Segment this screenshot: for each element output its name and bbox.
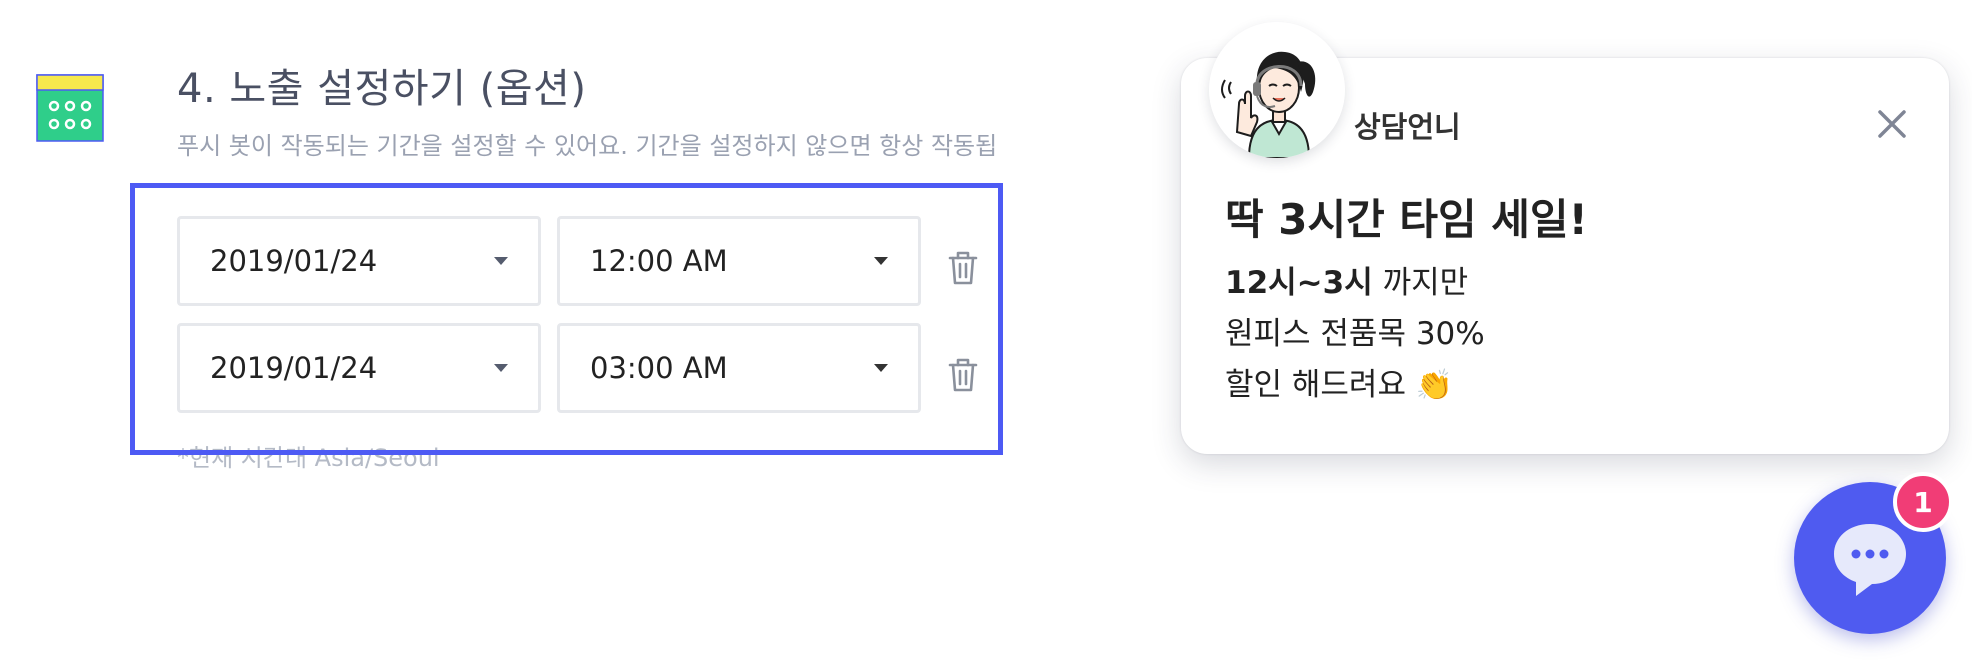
popup-time-range: 12시~3시: [1225, 265, 1373, 301]
section-title: 4. 노출 설정하기 (옵션): [177, 66, 587, 112]
popup-message: 12시~3시 까지만 원피스 전품목 30% 할인 해드려요 👏: [1225, 258, 1485, 411]
clap-emoji: 👏: [1415, 368, 1454, 403]
popup-line-2: 원피스 전품목 30%: [1225, 316, 1485, 352]
popup-line-1-rest: 까지만: [1372, 265, 1469, 301]
unread-badge: 1: [1893, 472, 1953, 532]
chevron-down-icon: [874, 257, 888, 265]
start-date-select[interactable]: 2019/01/24: [177, 216, 541, 306]
popup-line-1: 12시~3시 까지만: [1225, 258, 1485, 309]
end-time-select[interactable]: 03:00 AM: [557, 323, 921, 413]
timezone-note: *현재 시간대 Asia/Seoul: [177, 444, 440, 472]
chevron-down-icon: [494, 257, 508, 265]
trash-icon[interactable]: [948, 357, 978, 393]
start-time-select[interactable]: 12:00 AM: [557, 216, 921, 306]
avatar: [1209, 22, 1345, 158]
agent-name: 상담언니: [1354, 110, 1461, 144]
chevron-down-icon: [494, 364, 508, 372]
page: 4. 노출 설정하기 (옵션) 푸시 봇이 작동되는 기간을 설정할 수 있어요…: [0, 0, 1972, 664]
calendar-icon: [36, 74, 104, 142]
chevron-down-icon: [874, 364, 888, 372]
start-date-value: 2019/01/24: [210, 244, 378, 278]
popup-line-3-text: 할인 해드려요: [1225, 367, 1406, 403]
end-date-value: 2019/01/24: [210, 351, 378, 385]
end-date-select[interactable]: 2019/01/24: [177, 323, 541, 413]
close-icon[interactable]: [1874, 106, 1910, 142]
popup-line-3: 할인 해드려요 👏: [1225, 360, 1485, 411]
section-description: 푸시 봇이 작동되는 기간을 설정할 수 있어요. 기간을 설정하지 않으면 항…: [177, 132, 998, 160]
end-time-value: 03:00 AM: [590, 351, 728, 385]
agent-illustration: [1209, 22, 1345, 158]
start-time-value: 12:00 AM: [590, 244, 728, 278]
popup-title: 딱 3시간 타임 세일!: [1225, 195, 1588, 244]
trash-icon[interactable]: [948, 250, 978, 286]
